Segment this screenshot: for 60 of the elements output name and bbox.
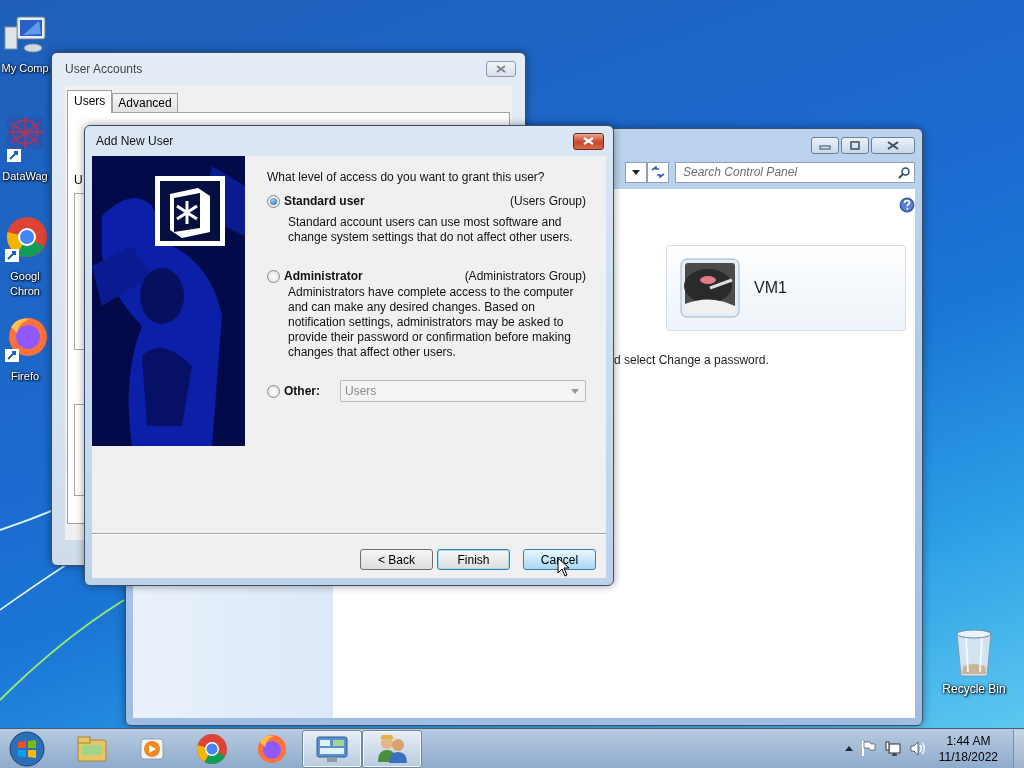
- question-text: What level of access do you want to grant this user?: [267, 170, 546, 184]
- dropdown-button[interactable]: [625, 161, 647, 183]
- search-icon[interactable]: [898, 166, 910, 179]
- chrome-icon: [196, 732, 228, 765]
- turntable-icon: [680, 258, 740, 318]
- maximize-button[interactable]: [841, 137, 869, 154]
- option-description: Administrators have complete access to the computer and can make any desired changes. Based on notification settings, administrators may be asked to provide their password or confirmation before making changes that affect other users.: [288, 285, 575, 360]
- maximize-icon: [849, 141, 861, 150]
- help-icon[interactable]: [899, 197, 915, 213]
- computer-icon[interactable]: [3, 15, 47, 55]
- close-icon: [887, 141, 899, 150]
- recycle-bin-icon[interactable]: [954, 628, 994, 678]
- field-label: U: [74, 173, 83, 187]
- clock-time[interactable]: 1:44 AM: [946, 732, 991, 749]
- firefox-icon[interactable]: [3, 315, 47, 363]
- close-icon: [496, 65, 506, 73]
- media-player-icon: [139, 735, 165, 762]
- control-panel-icon: [315, 734, 349, 763]
- radio-button[interactable]: Administrator: [267, 269, 363, 283]
- radio-button[interactable]: Standard user: [267, 194, 365, 208]
- taskbar-button[interactable]: [302, 729, 362, 768]
- clock-date[interactable]: 11/18/2022: [938, 748, 998, 765]
- flag-icon[interactable]: [861, 741, 876, 756]
- window-title: User Accounts: [65, 62, 143, 76]
- caret-icon: [571, 388, 579, 394]
- close-button[interactable]: [573, 132, 604, 150]
- instruction-text: d select Change a password.: [614, 353, 770, 367]
- icon-label[interactable]: Firefo: [10, 369, 40, 384]
- dialog-button[interactable]: Finish: [437, 549, 510, 570]
- tab[interactable]: Advanced: [112, 93, 178, 112]
- volume-icon[interactable]: [909, 741, 926, 756]
- icon-label[interactable]: My Comp: [1, 61, 49, 76]
- icon-label[interactable]: DataWag: [2, 169, 48, 184]
- chrome-icon[interactable]: [3, 215, 47, 263]
- refresh-icon: [651, 166, 665, 178]
- group-label: (Administrators Group): [464, 269, 586, 283]
- close-icon: [583, 137, 594, 145]
- folder-icon: [77, 735, 107, 762]
- account-tile[interactable]: VM1: [666, 245, 906, 331]
- firefox-icon: [257, 733, 287, 764]
- network-icon[interactable]: [884, 740, 901, 757]
- account-name: VM1: [754, 279, 787, 297]
- caret-icon: [632, 169, 640, 175]
- refresh-button[interactable]: [647, 161, 669, 183]
- network-art-icon[interactable]: [5, 115, 45, 163]
- taskbar-button[interactable]: [362, 729, 422, 768]
- option-description: Standard account users can use most software and change system settings that do not affect other users.: [288, 215, 574, 245]
- up-arrow-icon[interactable]: [844, 746, 853, 751]
- group-label: (Users Group): [510, 194, 586, 208]
- dialog-button[interactable]: Cancel: [523, 549, 596, 570]
- start-button[interactable]: [6, 729, 48, 768]
- search-field[interactable]: Search Control Panel: [675, 161, 915, 183]
- dialog-title: Add New User: [96, 134, 174, 148]
- tab[interactable]: Users: [67, 90, 113, 113]
- users-icon: [376, 733, 408, 764]
- dialog-button[interactable]: < Back: [360, 549, 433, 570]
- icon-label[interactable]: Googl Chron: [0, 269, 50, 299]
- minimize-button[interactable]: [811, 137, 839, 154]
- close-button[interactable]: [871, 137, 915, 154]
- windows-logo-icon: [9, 730, 45, 767]
